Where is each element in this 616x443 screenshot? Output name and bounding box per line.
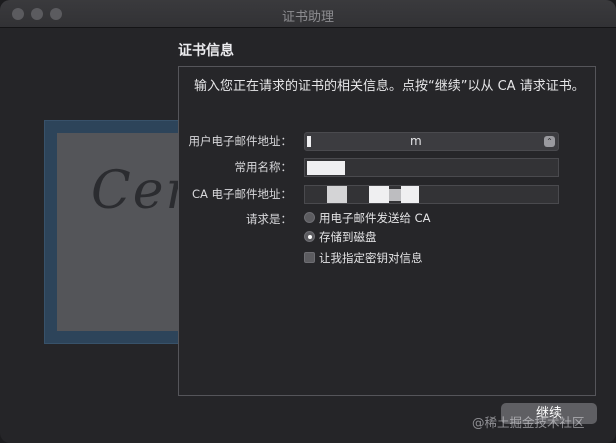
certificate-info-panel <box>178 66 596 396</box>
redacted-region <box>401 186 419 203</box>
redacted-region <box>389 189 401 201</box>
chevron-updown-icon[interactable]: ⌃ <box>544 136 555 147</box>
radio-save-to-disk-label[interactable]: 存储到磁盘 <box>319 229 377 245</box>
common-name-label: 常用名称： <box>234 160 293 174</box>
common-name-field[interactable] <box>304 158 559 177</box>
radio-email-to-ca[interactable] <box>304 212 315 223</box>
radio-save-to-disk[interactable] <box>304 231 315 242</box>
redacted-region <box>327 186 347 203</box>
redacted-region <box>369 186 389 203</box>
user-email-value: m <box>410 134 422 148</box>
radio-email-to-ca-label[interactable]: 用电子邮件发送给 CA <box>319 210 431 226</box>
specify-keypair-checkbox[interactable] <box>304 252 315 263</box>
ca-email-label: CA 电子邮件地址： <box>191 187 292 201</box>
title-bar: 证书助理 <box>0 0 616 28</box>
redacted-region <box>307 136 311 147</box>
intro-text: 输入您正在请求的证书的相关信息。点按“继续”以从 CA 请求证书。 <box>194 79 585 94</box>
window-title: 证书助理 <box>281 10 334 25</box>
request-type-label: 请求是： <box>246 212 292 226</box>
redacted-region <box>307 161 345 175</box>
specify-keypair-label[interactable]: 让我指定密钥对信息 <box>319 250 423 266</box>
section-title: 证书信息 <box>178 43 234 59</box>
certificate-assistant-window: 证书助理 Certif 证书信息 输入您正在请求的证书的相关信息。点按“继续”以… <box>0 0 616 443</box>
watermark-text: @稀土掘金技术社区 <box>472 415 585 430</box>
user-email-label: 用户电子邮件地址： <box>188 134 293 148</box>
ca-email-field[interactable] <box>304 185 559 204</box>
user-email-field[interactable]: m ⌃ <box>304 132 559 151</box>
